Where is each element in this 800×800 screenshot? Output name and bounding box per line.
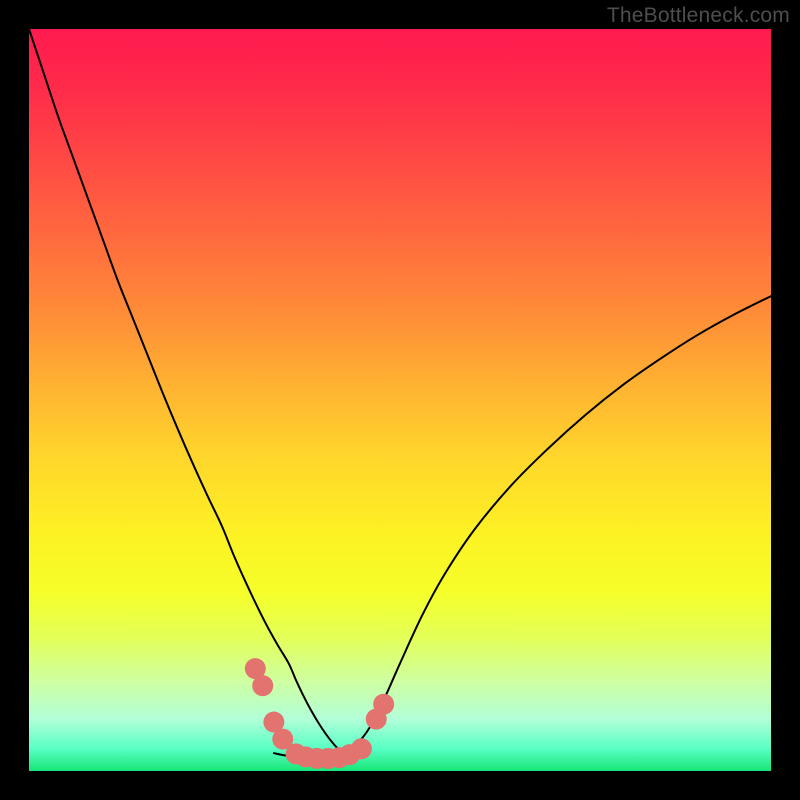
chart-frame: TheBottleneck.com [0, 0, 800, 800]
data-markers [245, 658, 394, 769]
chart-svg [29, 29, 771, 771]
plot-area [29, 29, 771, 771]
bottleneck-curve [29, 29, 771, 758]
watermark-text: TheBottleneck.com [607, 4, 790, 28]
